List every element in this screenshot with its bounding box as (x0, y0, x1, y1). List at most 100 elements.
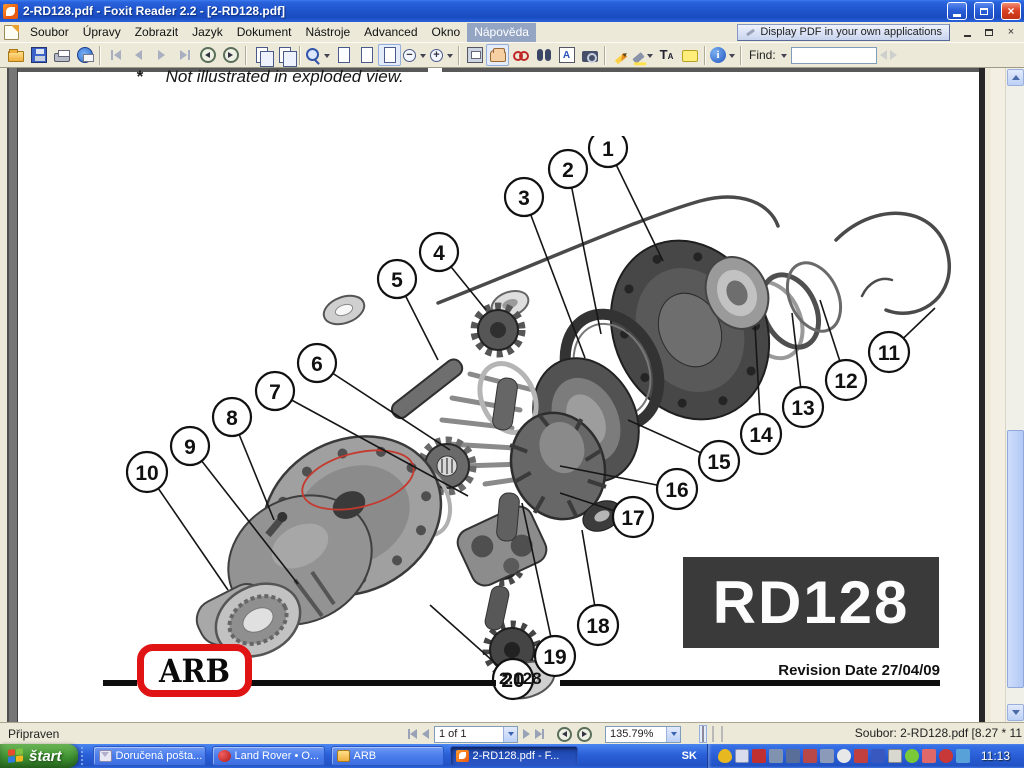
close-button[interactable]: × (1001, 2, 1021, 20)
open-button[interactable] (4, 44, 27, 66)
go-forward-button[interactable] (219, 44, 242, 66)
display-icon[interactable] (786, 749, 800, 763)
facing-layout-button[interactable] (720, 727, 724, 741)
language-indicator[interactable]: SK (672, 744, 707, 768)
binoculars-icon (536, 47, 552, 63)
back-circle-icon (200, 47, 216, 63)
shield-check-icon[interactable] (837, 749, 851, 763)
zoom-in-button[interactable]: + (428, 44, 455, 66)
text-viewer-button[interactable]: A (555, 44, 578, 66)
go-back-button[interactable] (196, 44, 219, 66)
doc-restore-button[interactable] (982, 26, 996, 39)
printer-icon (54, 53, 70, 62)
prev-page-button[interactable] (422, 729, 429, 739)
open-folder-icon (8, 51, 24, 62)
zoom-tool-button[interactable] (304, 44, 332, 66)
menu-jazyk[interactable]: Jazyk (185, 23, 230, 42)
dropdown-arrow-icon[interactable] (781, 54, 787, 61)
menu-upravy[interactable]: Úpravy (76, 23, 128, 42)
vertical-scrollbar[interactable] (1005, 68, 1024, 722)
footer-rule (103, 680, 137, 686)
screenshot-button[interactable] (463, 44, 486, 66)
minimize-button[interactable] (947, 2, 967, 20)
page-indicator-combo[interactable]: 1 of 1 (434, 726, 518, 743)
menu-zobrazit[interactable]: Zobrazit (128, 23, 185, 42)
go-forward-button[interactable] (577, 727, 592, 742)
doc-close-button[interactable]: × (1004, 26, 1018, 39)
highlighter-button[interactable] (632, 44, 655, 66)
security-shield-icon[interactable] (718, 749, 732, 763)
next-page-button[interactable] (150, 44, 173, 66)
menu-okno[interactable]: Okno (425, 23, 468, 42)
printer-tray-icon[interactable] (888, 749, 902, 763)
search-button[interactable] (532, 44, 555, 66)
single-page-layout-button[interactable] (700, 726, 706, 742)
messenger-icon[interactable] (820, 749, 834, 763)
print-button[interactable] (50, 44, 73, 66)
typewriter-button[interactable]: TA (655, 44, 678, 66)
fit-width-button[interactable] (355, 44, 378, 66)
zoom-level-combo[interactable]: 135.79% (605, 726, 681, 743)
callout: 6 (298, 344, 336, 382)
task-mail[interactable]: Doručená pošta... (93, 746, 206, 766)
find-input[interactable] (791, 47, 877, 64)
pencil-annotation-button[interactable] (609, 44, 632, 66)
zoom-out-button[interactable]: − (401, 44, 428, 66)
network-computers-icon[interactable] (769, 749, 783, 763)
first-page-button[interactable] (104, 44, 127, 66)
task-folder-arb[interactable]: ARB (331, 746, 444, 766)
menu-soubor[interactable]: Soubor (23, 23, 76, 42)
menu-advanced[interactable]: Advanced (357, 23, 424, 42)
last-page-button[interactable] (173, 44, 196, 66)
info-button[interactable]: i (709, 44, 737, 66)
volume-icon[interactable] (922, 749, 936, 763)
status-bar: Připraven 1 of 1 135.79% Soubor: 2-RD128… (0, 722, 1024, 744)
snapshot-page-button[interactable] (250, 44, 273, 66)
envelope-tray-icon[interactable] (735, 749, 749, 763)
scroll-up-button[interactable] (1007, 69, 1024, 86)
last-page-button[interactable] (535, 729, 544, 739)
go-back-button[interactable] (557, 727, 572, 742)
separator (604, 46, 606, 65)
menu-napoveda[interactable]: Nápověda (467, 23, 536, 42)
menu-dokument[interactable]: Dokument (230, 23, 299, 42)
find-next-icon[interactable] (890, 50, 897, 60)
connection-icon[interactable] (956, 749, 970, 763)
plugin-banner-button[interactable]: Display PDF in your own applications (737, 24, 950, 41)
fit-page-button[interactable] (378, 44, 401, 66)
scroll-down-button[interactable] (1007, 704, 1024, 721)
next-page-button[interactable] (523, 729, 530, 739)
menu-nastroje[interactable]: Nástroje (298, 23, 357, 42)
doc-minimize-button[interactable] (960, 26, 974, 39)
continuous-layout-button[interactable] (711, 727, 715, 741)
svg-text:4: 4 (433, 242, 445, 265)
task-foxit-active[interactable]: 2-RD128.pdf - F... (450, 746, 578, 766)
updates-icon[interactable] (905, 749, 919, 763)
first-page-button[interactable] (408, 729, 417, 739)
taskbar-clock: 11:13 (973, 749, 1016, 763)
restore-button[interactable] (974, 2, 994, 20)
system-tray: 11:13 (707, 744, 1024, 768)
task-browser[interactable]: Land Rover • O... (212, 746, 325, 766)
scrollbar-thumb[interactable] (1007, 430, 1024, 688)
document-menu-icon[interactable] (4, 25, 19, 40)
note-comment-button[interactable] (678, 44, 701, 66)
find-prev-icon[interactable] (880, 50, 887, 60)
note-line: * Not illustrated in exploded view. (136, 67, 404, 87)
utility-icon[interactable] (871, 749, 885, 763)
network-disabled-icon[interactable] (939, 749, 953, 763)
hand-tool-button[interactable] (486, 44, 509, 66)
network-error-icon[interactable] (803, 749, 817, 763)
select-text-button[interactable] (509, 44, 532, 66)
snapshot-camera-button[interactable] (578, 44, 601, 66)
sync-icon[interactable] (854, 749, 868, 763)
email-button[interactable] (73, 44, 96, 66)
clipboard-page-button[interactable] (273, 44, 296, 66)
svg-text:6: 6 (311, 353, 323, 376)
actual-size-button[interactable] (332, 44, 355, 66)
start-button[interactable]: štart (0, 744, 78, 768)
prev-page-button[interactable] (127, 44, 150, 66)
antivirus-icon[interactable] (752, 749, 766, 763)
separator (740, 46, 742, 65)
save-button[interactable] (27, 44, 50, 66)
